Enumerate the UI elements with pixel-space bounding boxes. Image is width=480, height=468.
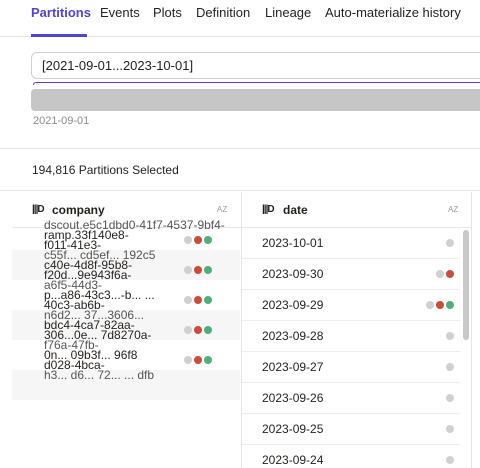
status-dot-green bbox=[204, 356, 212, 364]
company-partition-row[interactable]: n6d2... 37...3606... bdc4-4ca7-82aa- 306..… bbox=[12, 309, 240, 342]
tab-auto-materialize-history[interactable]: Auto-materialize history bbox=[325, 5, 461, 20]
company-column-title: company bbox=[52, 203, 105, 217]
partition-status-dots bbox=[182, 356, 212, 364]
partitions-selected-count: 194,816 Partitions Selected bbox=[32, 163, 179, 177]
status-dot-green bbox=[204, 236, 212, 244]
status-dot-red bbox=[194, 356, 202, 364]
status-dot-gray bbox=[446, 239, 454, 247]
company-partition-row[interactable]: c55f... cd5ef... 192c5 c40e-4d8f-95b8- f20… bbox=[12, 249, 240, 282]
status-dot-red bbox=[194, 266, 202, 274]
divider bbox=[0, 148, 480, 149]
tab-events[interactable]: Events bbox=[100, 5, 140, 20]
partition-icon: |||D bbox=[262, 204, 275, 215]
status-dot-gray bbox=[184, 356, 192, 364]
partition-status-dots bbox=[182, 236, 212, 244]
company-partition-row[interactable]: a6f5-44d3- p...a86-43c3...-b... ... 40c3-a… bbox=[12, 279, 240, 312]
status-dot-green bbox=[446, 301, 454, 309]
status-dot-red bbox=[446, 270, 454, 278]
date-column-header: |||D date AZ bbox=[242, 192, 471, 228]
company-partition-row[interactable]: f76a-47fb- 0n... 09b3f... 96f8 d028-4bca- bbox=[12, 339, 240, 372]
status-dot-gray bbox=[446, 456, 454, 464]
date-partition-key: 2023-10-01 bbox=[262, 236, 324, 250]
date-partition-key: 2023-09-29 bbox=[262, 298, 324, 312]
date-partition-row[interactable]: 2023-09-29 bbox=[242, 290, 460, 321]
partition-status-dots bbox=[182, 266, 212, 274]
date-list-scrollbar[interactable] bbox=[462, 228, 470, 468]
status-dot-red bbox=[194, 296, 202, 304]
date-dimension-column: |||D date AZ 2023-10-01 2023-09-30 2023-09… bbox=[242, 192, 472, 468]
sort-az-icon[interactable]: AZ bbox=[217, 206, 227, 214]
status-dot-gray bbox=[446, 332, 454, 340]
partition-status-dots bbox=[182, 326, 212, 334]
date-partition-row[interactable]: 2023-10-01 bbox=[242, 228, 460, 259]
partition-icon: |||D bbox=[32, 204, 45, 215]
company-dimension-column: |||D company AZ dscout.e5c1dbd0-41f7-453… bbox=[12, 192, 242, 468]
date-partition-row[interactable]: 2023-09-28 bbox=[242, 321, 460, 352]
status-dot-green bbox=[204, 296, 212, 304]
status-dot-gray bbox=[184, 266, 192, 274]
partition-status-dots bbox=[444, 394, 454, 402]
partition-status-dots bbox=[444, 239, 454, 247]
partition-status-dots bbox=[444, 456, 454, 464]
status-dot-gray bbox=[184, 236, 192, 244]
date-partition-row[interactable]: 2023-09-30 bbox=[242, 259, 460, 290]
tab-lineage[interactable]: Lineage bbox=[265, 5, 311, 20]
status-dot-red bbox=[436, 301, 444, 309]
company-partition-list[interactable]: dscout.e5c1dbd0-41f7-4537-9bf4- ramp.33f1… bbox=[12, 219, 240, 468]
partition-status-dots bbox=[182, 296, 212, 304]
tab-partitions[interactable]: Partitions bbox=[31, 5, 91, 20]
tab-definition[interactable]: Definition bbox=[196, 5, 250, 20]
date-partition-row[interactable]: 2023-09-24 bbox=[242, 445, 460, 468]
date-partition-key: 2023-09-28 bbox=[262, 329, 324, 343]
date-partition-key: 2023-09-30 bbox=[262, 267, 324, 281]
date-partition-key: 2023-09-24 bbox=[262, 453, 324, 467]
date-partition-key: 2023-09-26 bbox=[262, 391, 324, 405]
status-dot-red bbox=[194, 326, 202, 334]
sort-az-icon[interactable]: AZ bbox=[448, 206, 458, 214]
active-tab-indicator bbox=[31, 34, 87, 37]
date-partition-list[interactable]: 2023-10-01 2023-09-30 2023-09-29 2023-09-28… bbox=[242, 228, 471, 468]
date-partition-row[interactable]: 2023-09-27 bbox=[242, 352, 460, 383]
date-partition-row[interactable]: 2023-09-26 bbox=[242, 383, 460, 414]
partition-range-slider[interactable] bbox=[31, 89, 480, 111]
company-partition-key: h3... d6... 72... ... dfb bbox=[44, 368, 155, 382]
partition-range-input[interactable]: [2021-09-01...2023-10-01] bbox=[31, 52, 480, 79]
partition-status-dots bbox=[424, 301, 454, 309]
range-focus-outline bbox=[33, 82, 480, 85]
tab-plots[interactable]: Plots bbox=[153, 5, 182, 20]
status-dot-green bbox=[204, 326, 212, 334]
status-dot-gray bbox=[446, 394, 454, 402]
partition-status-dots bbox=[444, 425, 454, 433]
partition-status-dots bbox=[444, 363, 454, 371]
status-dot-gray bbox=[184, 326, 192, 334]
partition-status-dots bbox=[434, 270, 454, 278]
scrollbar-thumb[interactable] bbox=[463, 230, 469, 340]
range-start-label: 2021-09-01 bbox=[33, 115, 90, 127]
status-dot-gray bbox=[184, 296, 192, 304]
status-dot-gray bbox=[446, 425, 454, 433]
status-dot-gray bbox=[446, 363, 454, 371]
tab-bar: Partitions Events Plots Definition Linea… bbox=[0, 0, 480, 37]
status-dot-green bbox=[204, 266, 212, 274]
status-dot-gray bbox=[436, 270, 444, 278]
date-partition-key: 2023-09-25 bbox=[262, 422, 324, 436]
partition-status-dots bbox=[444, 332, 454, 340]
company-partition-row[interactable]: dscout.e5c1dbd0-41f7-4537-9bf4- ramp.33f1… bbox=[12, 219, 240, 252]
company-partition-row[interactable]: h3... d6... 72... ... dfb bbox=[12, 368, 240, 400]
date-column-title: date bbox=[283, 203, 308, 217]
date-partition-row[interactable]: 2023-09-25 bbox=[242, 414, 460, 445]
status-dot-gray bbox=[426, 301, 434, 309]
status-dot-red bbox=[194, 236, 202, 244]
date-partition-key: 2023-09-27 bbox=[262, 360, 324, 374]
divider bbox=[0, 190, 480, 191]
